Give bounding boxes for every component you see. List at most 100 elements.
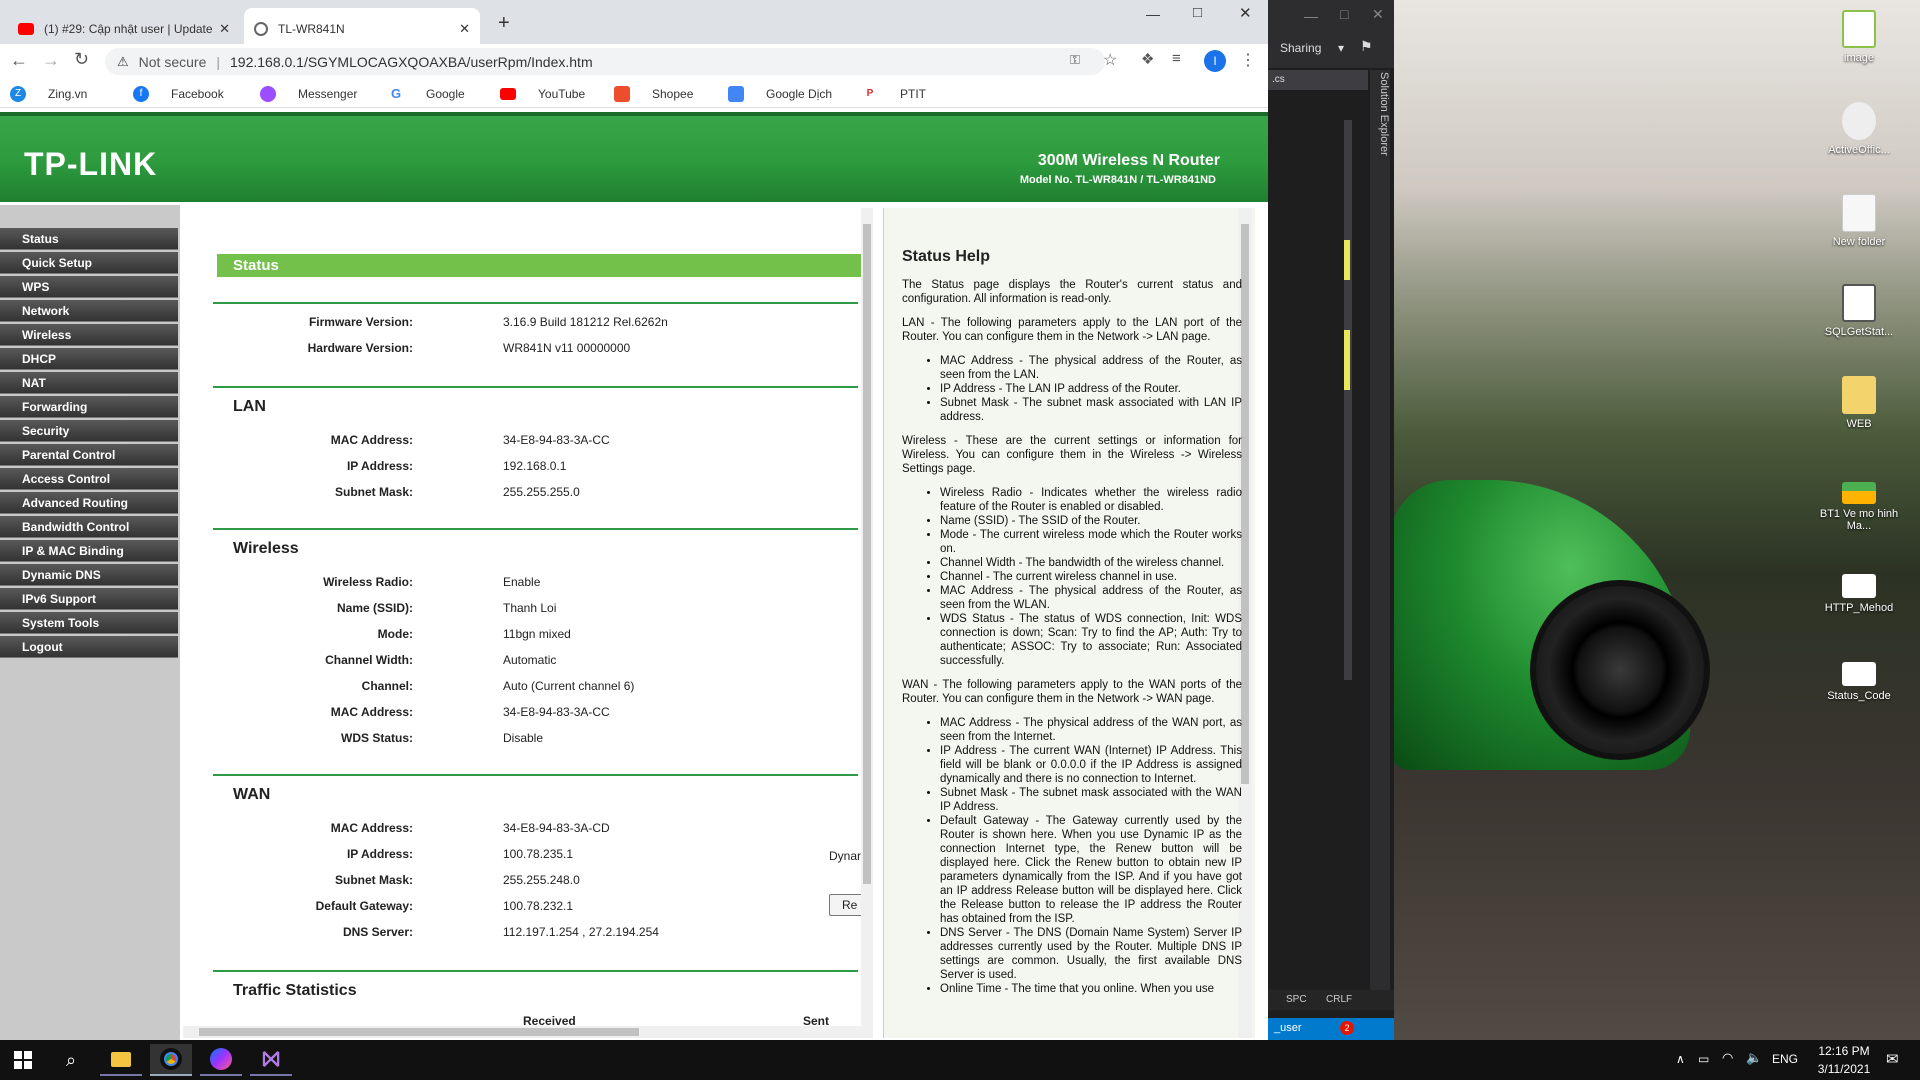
search-icon[interactable]: ⌕ bbox=[50, 1044, 92, 1076]
volume-icon[interactable]: 🔈 bbox=[1746, 1050, 1762, 1066]
bookmark-shopee[interactable]: Shopee bbox=[614, 84, 693, 104]
key-icon[interactable]: ⚿ bbox=[1070, 52, 1080, 68]
menu-item-parental-control[interactable]: Parental Control bbox=[0, 444, 178, 466]
file-explorer-icon[interactable] bbox=[100, 1044, 142, 1076]
firmware-label: Firmware Version: bbox=[308, 315, 413, 329]
desktop-icon-bt1[interactable]: BT1 Ve mo hinh Ma... bbox=[1814, 482, 1904, 532]
desktop-icon-image[interactable]: image bbox=[1814, 10, 1904, 64]
desktop-icon-sqlgetstat[interactable]: SQLGetStat... bbox=[1814, 284, 1904, 338]
menu-item-wireless[interactable]: Wireless bbox=[0, 324, 178, 346]
maximize-icon[interactable]: □ bbox=[1193, 4, 1202, 21]
address-bar[interactable]: ⚠ Not secure | 192.168.0.1/SGYMLOCAGXQOA… bbox=[105, 48, 1105, 75]
file-icon bbox=[1842, 10, 1876, 48]
sharing-button[interactable]: Sharing bbox=[1280, 41, 1321, 55]
horizontal-scrollbar[interactable] bbox=[183, 1026, 861, 1038]
status-header: Status bbox=[217, 254, 862, 277]
vs-editor-tab[interactable]: .cs bbox=[1268, 70, 1368, 90]
branch-label[interactable]: _user bbox=[1274, 1022, 1302, 1034]
feedback-icon[interactable]: ⚑ bbox=[1360, 38, 1373, 55]
menu-item-network[interactable]: Network bbox=[0, 300, 178, 322]
menu-item-quick-setup[interactable]: Quick Setup bbox=[0, 252, 178, 274]
bookmark-ptit[interactable]: P PTIT bbox=[862, 84, 926, 104]
wifi-icon[interactable]: ◠ bbox=[1722, 1050, 1733, 1066]
bookmark-facebook[interactable]: f Facebook bbox=[133, 84, 224, 104]
close-icon[interactable]: ✕ bbox=[219, 21, 230, 37]
help-body: The Status page displays the Router's cu… bbox=[902, 278, 1242, 1006]
media-icon[interactable]: ≡ bbox=[1172, 50, 1181, 67]
bookmark-messenger[interactable]: Messenger bbox=[260, 84, 357, 104]
star-icon[interactable]: ☆ bbox=[1103, 50, 1117, 70]
youtube-icon bbox=[500, 88, 516, 100]
chevron-down-icon[interactable]: ▾ bbox=[1338, 41, 1344, 55]
menu-item-wps[interactable]: WPS bbox=[0, 276, 178, 298]
minimize-icon[interactable]: — bbox=[1304, 8, 1318, 24]
desktop-icon-activeoffice[interactable]: ActiveOffic... bbox=[1814, 102, 1904, 156]
menu-item-access-control[interactable]: Access Control bbox=[0, 468, 178, 490]
windows-start-icon[interactable] bbox=[2, 1044, 44, 1076]
product-name: 300M Wireless N Router bbox=[1037, 152, 1220, 169]
extensions-icon[interactable]: ❖ bbox=[1141, 50, 1154, 68]
help-item: Channel - The current wireless channel i… bbox=[940, 570, 1242, 584]
scroll-thumb[interactable] bbox=[1241, 224, 1249, 784]
bookmark-google-dich[interactable]: Google Dịch bbox=[728, 84, 832, 104]
minimize-icon[interactable]: — bbox=[1146, 6, 1160, 22]
menu-item-status[interactable]: Status bbox=[0, 228, 178, 250]
battery-icon[interactable]: ▭ bbox=[1698, 1052, 1709, 1066]
solution-explorer-tab[interactable]: Solution Explorer bbox=[1370, 70, 1390, 1010]
menu-item-ipv6-support[interactable]: IPv6 Support bbox=[0, 588, 178, 610]
messenger-icon[interactable] bbox=[200, 1044, 242, 1076]
vs-editor[interactable] bbox=[1268, 92, 1368, 1012]
menu-item-forwarding[interactable]: Forwarding bbox=[0, 396, 178, 418]
language-indicator[interactable]: ENG bbox=[1772, 1052, 1798, 1066]
back-icon[interactable]: ← bbox=[10, 50, 28, 71]
forward-icon[interactable]: → bbox=[42, 50, 60, 71]
divider bbox=[213, 774, 858, 776]
document-icon bbox=[1842, 284, 1876, 322]
security-label[interactable]: Not secure bbox=[139, 54, 207, 70]
menu-item-dhcp[interactable]: DHCP bbox=[0, 348, 178, 370]
menu-item-security[interactable]: Security bbox=[0, 420, 178, 442]
url-text[interactable]: 192.168.0.1/SGYMLOCAGXQOAXBA/userRpm/Ind… bbox=[230, 54, 593, 70]
reload-icon[interactable]: ↻ bbox=[74, 49, 89, 70]
bookmark-google[interactable]: G Google bbox=[388, 84, 465, 104]
maximize-icon[interactable]: □ bbox=[1340, 6, 1348, 22]
profile-avatar[interactable]: I bbox=[1204, 50, 1226, 72]
menu-item-logout[interactable]: Logout bbox=[0, 636, 178, 658]
bookmark-zing[interactable]: Z Zing.vn bbox=[10, 84, 87, 104]
image-icon bbox=[1842, 482, 1876, 504]
desktop-icon-http-method[interactable]: HTTP_Mehod bbox=[1814, 574, 1904, 614]
close-window-icon[interactable]: ✕ bbox=[1239, 4, 1252, 22]
menu-icon[interactable]: ⋮ bbox=[1240, 50, 1256, 70]
tray-chevron-icon[interactable]: ∧ bbox=[1676, 1052, 1685, 1066]
clock-date[interactable]: 3/11/2021 bbox=[1812, 1062, 1876, 1076]
menu-item-ip-mac-binding[interactable]: IP & MAC Binding bbox=[0, 540, 178, 562]
close-icon[interactable]: ✕ bbox=[459, 21, 470, 37]
notification-center-icon[interactable]: ✉ bbox=[1886, 1050, 1899, 1068]
menu-item-bandwidth-control[interactable]: Bandwidth Control bbox=[0, 516, 178, 538]
field-value: 100.78.235.1 bbox=[503, 847, 574, 861]
vs-statusbar: _user 2 bbox=[1268, 1018, 1394, 1040]
desktop-icon-new-folder[interactable]: New folder bbox=[1814, 194, 1904, 248]
field-value: 34-E8-94-83-3A-CC bbox=[503, 705, 610, 719]
vs-scrollbar[interactable] bbox=[1344, 120, 1352, 680]
scroll-thumb[interactable] bbox=[863, 224, 871, 884]
close-icon[interactable]: ✕ bbox=[1372, 6, 1384, 23]
menu-item-dynamic-dns[interactable]: Dynamic DNS bbox=[0, 564, 178, 586]
desktop-icon-status-code[interactable]: Status_Code bbox=[1814, 662, 1904, 702]
menu-item-nat[interactable]: NAT bbox=[0, 372, 178, 394]
new-tab-button[interactable]: + bbox=[498, 12, 510, 35]
wan-connection-type: Dynar bbox=[829, 849, 862, 863]
menu-item-advanced-routing[interactable]: Advanced Routing bbox=[0, 492, 178, 514]
chrome-icon[interactable] bbox=[150, 1044, 192, 1076]
field-value: Disable bbox=[503, 731, 544, 745]
warning-icon[interactable]: ⚠ bbox=[117, 54, 129, 70]
visual-studio-icon[interactable]: ⨝ bbox=[250, 1044, 292, 1076]
clock-time[interactable]: 12:16 PM bbox=[1812, 1044, 1876, 1058]
bookmark-youtube[interactable]: YouTube bbox=[500, 84, 585, 104]
vertical-scrollbar[interactable] bbox=[861, 208, 873, 1038]
notification-badge[interactable]: 2 bbox=[1340, 1021, 1354, 1035]
menu-item-system-tools[interactable]: System Tools bbox=[0, 612, 178, 634]
scroll-thumb[interactable] bbox=[199, 1028, 639, 1036]
desktop-icon-web[interactable]: WEB bbox=[1814, 376, 1904, 430]
field-label: MAC Address: bbox=[330, 705, 413, 719]
